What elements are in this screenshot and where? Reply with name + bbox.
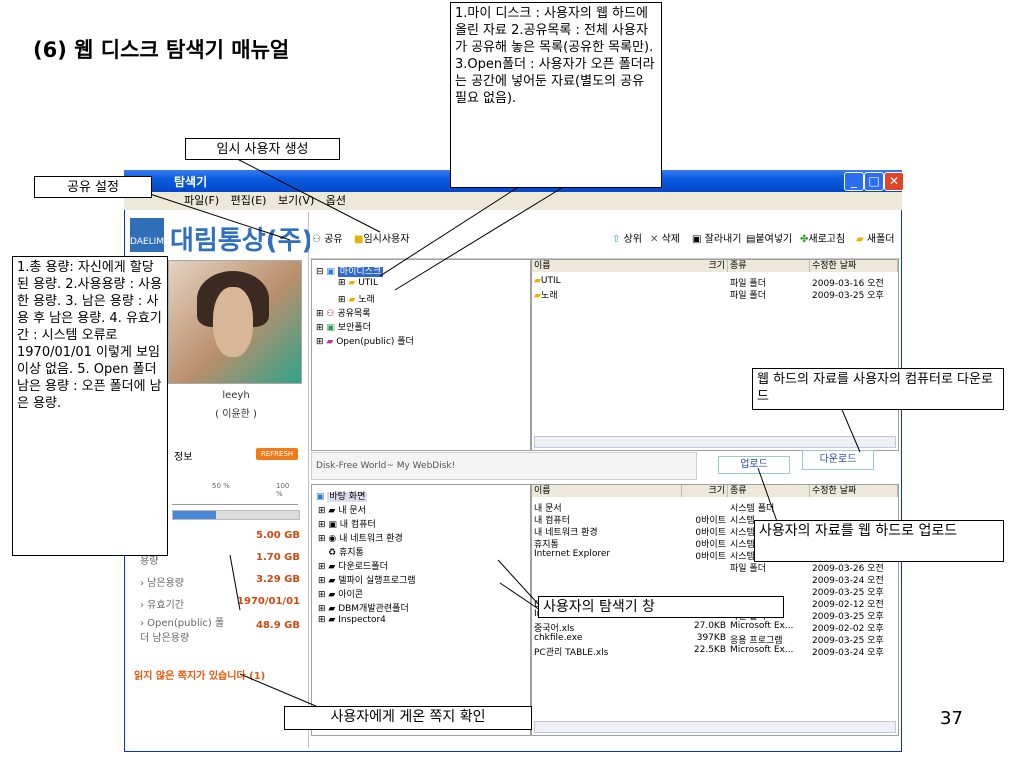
callout-message: 사용자에게 게온 쪽지 확인 [284,706,532,730]
callout-disk-info: 1.마이 디스크 : 사용자의 웹 하드에 올린 자료 2.공유목록 : 전체 … [450,2,662,188]
callout-download: 웹 하드의 자료를 사용자의 컴퓨터로 다운로드 [752,368,1004,410]
line-explorer [497,559,541,607]
line-capacity [229,554,241,611]
callout-temp-user: 임시 사용자 생성 [185,138,340,160]
line-download [839,404,861,453]
callout-capacity: 1.총 용량: 자신에게 할당 된 용량. 2.사용용량 : 사용한 용량. 3… [12,256,168,556]
line-explorer-2 [499,582,541,611]
line-disk-info [379,185,521,277]
callout-explorer: 사용자의 탐색기 창 [538,596,784,618]
line-disk-info-2 [394,185,566,291]
line-share [149,193,291,241]
callout-upload: 사용자의 자료를 웹 하드로 업로드 [754,520,1004,562]
callout-share: 공유 설정 [34,176,152,198]
